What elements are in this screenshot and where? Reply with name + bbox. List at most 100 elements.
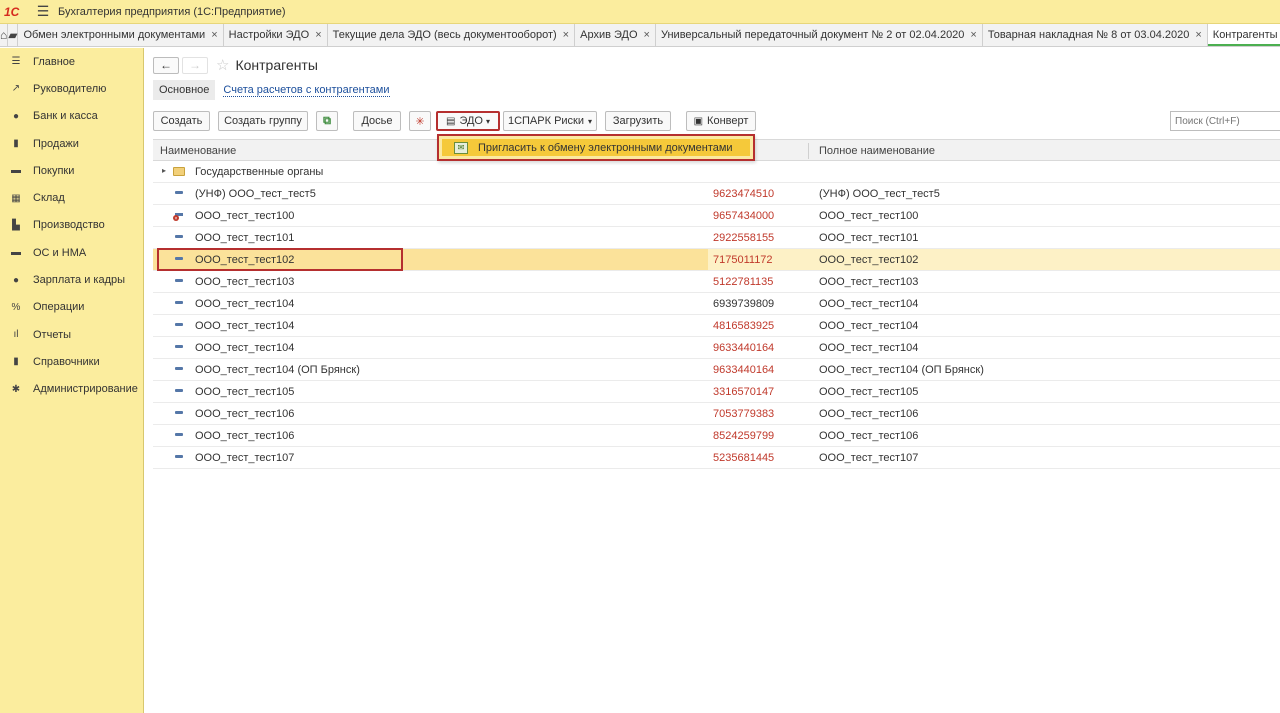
- dossier-button[interactable]: Досье: [353, 111, 401, 131]
- row-inn: 8524259799: [713, 430, 775, 442]
- item-marker-icon: [175, 301, 183, 304]
- edo-icon: ▤: [445, 115, 456, 127]
- sidebar-item-manager[interactable]: ↗ Руководителю: [0, 75, 143, 102]
- folder-icon: [173, 167, 185, 176]
- row-name: ООО_тест_тест104: [195, 298, 295, 310]
- row-inn: 5235681445: [713, 452, 775, 464]
- favorite-star-icon[interactable]: ☆: [216, 56, 229, 74]
- row-name: ООО_тест_тест100: [195, 210, 295, 222]
- sidebar-item-reports[interactable]: ıl Отчеты: [0, 321, 143, 348]
- row-full-name: ООО_тест_тест102: [819, 254, 919, 266]
- book-icon: ▮: [13, 356, 19, 368]
- table-row[interactable]: ООО_тест_тест103 5122781135 ООО_тест_тест1…: [153, 271, 1280, 293]
- chart-icon: ıl: [13, 329, 19, 341]
- close-icon[interactable]: ×: [1195, 29, 1201, 41]
- sidebar-item-admin[interactable]: ✱ Администрирование: [0, 376, 143, 403]
- row-inn: 9633440164: [713, 342, 775, 354]
- expand-arrow-icon[interactable]: ▸: [162, 166, 166, 175]
- table-row[interactable]: × ООО_тест_тест100 9657434000 ООО_тест_тест…: [153, 205, 1280, 227]
- copy-icon-button[interactable]: ⧉: [316, 111, 338, 131]
- sidebar-item-operations[interactable]: % Операции: [0, 294, 143, 321]
- open-windows-tabs: ⌂ ▰ Обмен электронными документами × Наст…: [0, 24, 1280, 47]
- table-row[interactable]: ООО_тест_тест102 7175011172 ООО_тест_тест1…: [153, 248, 1280, 271]
- table-row[interactable]: ООО_тест_тест104 4816583925 ООО_тест_тест1…: [153, 315, 1280, 337]
- table-row[interactable]: ООО_тест_тест104 6939739809 ООО_тест_тест1…: [153, 293, 1280, 315]
- edo-label: ЭДО: [459, 115, 483, 127]
- toolbar: Создать Создать группу ⧉ Досье ✳ ▤ ЭДО ▾…: [153, 111, 1280, 132]
- row-name: ООО_тест_тест103: [195, 276, 295, 288]
- nav-row: ← → ☆ Контрагенты: [153, 56, 318, 74]
- table-row[interactable]: ООО_тест_тест101 2922558155 ООО_тест_тест1…: [153, 227, 1280, 249]
- close-icon[interactable]: ×: [563, 29, 569, 41]
- sidebar-item-purchases[interactable]: ▬ Покупки: [0, 157, 143, 184]
- tab-upd[interactable]: Универсальный передаточный документ № 2 …: [656, 24, 983, 46]
- row-full-name: ООО_тест_тест104: [819, 298, 919, 310]
- group-row[interactable]: ▸ Государственные органы: [153, 161, 1280, 183]
- truck-icon: ▬: [11, 247, 21, 259]
- tab-edo-current[interactable]: Текущие дела ЭДО (весь документооборот) ×: [328, 24, 576, 46]
- search-input[interactable]: [1170, 111, 1280, 131]
- sidebar-item-fixed-assets[interactable]: ▬ ОС и НМА: [0, 239, 143, 266]
- sidebar-item-main[interactable]: ☰ Главное: [0, 48, 143, 75]
- table-row[interactable]: (УНФ) ООО_тест_тест5 9623474510 (УНФ) ООО_…: [153, 183, 1280, 205]
- sidebar-item-sales[interactable]: ▮ Продажи: [0, 130, 143, 157]
- tab-waybill[interactable]: Товарная накладная № 8 от 03.04.2020 ×: [983, 24, 1208, 46]
- edo-dropdown-menu: ✉ Пригласить к обмену электронными докум…: [437, 134, 755, 161]
- row-inn: 7175011172: [713, 254, 773, 266]
- table-row[interactable]: ООО_тест_тест105 3316570147 ООО_тест_тест1…: [153, 381, 1280, 403]
- row-full-name: ООО_тест_тест100: [819, 210, 919, 222]
- row-full-name: ООО_тест_тест101: [819, 232, 919, 244]
- spark-risks-button[interactable]: 1СПАРК Риски ▾: [503, 111, 597, 131]
- operations-icon: %: [11, 301, 21, 313]
- sidebar-item-salary[interactable]: ● Зарплата и кадры: [0, 266, 143, 293]
- title-bar: 1С ☰ Бухгалтерия предприятия (1С:Предпри…: [0, 0, 1280, 24]
- back-button[interactable]: ←: [153, 56, 179, 74]
- close-icon[interactable]: ×: [644, 29, 650, 41]
- cart-icon: ▬: [11, 165, 21, 177]
- row-name: ООО_тест_тест105: [195, 386, 295, 398]
- row-name: ООО_тест_тест104: [195, 342, 295, 354]
- table-row[interactable]: ООО_тест_тест104 9633440164 ООО_тест_тест1…: [153, 337, 1280, 359]
- sidebar-item-bank[interactable]: ● Банк и касса: [0, 103, 143, 130]
- row-name: ООО_тест_тест104: [195, 320, 295, 332]
- item-marker-icon: [175, 323, 183, 326]
- tab-edo-archive[interactable]: Архив ЭДО ×: [575, 24, 656, 46]
- row-full-name: ООО_тест_тест104: [819, 342, 919, 354]
- column-full-name-header[interactable]: Полное наименование: [819, 145, 935, 157]
- sidebar-item-directories[interactable]: ▮ Справочники: [0, 348, 143, 375]
- sidebar-item-production[interactable]: ▙ Производство: [0, 212, 143, 239]
- invite-edo-menu-item[interactable]: ✉ Пригласить к обмену электронными докум…: [442, 139, 750, 156]
- edo-button[interactable]: ▤ ЭДО ▾: [436, 111, 500, 131]
- sidebar-item-warehouse[interactable]: ▦ Склад: [0, 184, 143, 211]
- subtab-main[interactable]: Основное: [153, 80, 216, 100]
- load-button[interactable]: Загрузить: [605, 111, 671, 131]
- arrow-left-icon: ←: [160, 58, 172, 72]
- table-row[interactable]: ООО_тест_тест106 8524259799 ООО_тест_тест1…: [153, 425, 1280, 447]
- sun-icon-button[interactable]: ✳: [409, 111, 431, 131]
- create-button[interactable]: Создать: [153, 111, 210, 131]
- main-area: ← → ☆ Контрагенты Основное Счета расчето…: [145, 48, 1280, 713]
- envelope-button[interactable]: ▣ Конверт: [686, 111, 756, 131]
- tab-edo-exchange[interactable]: Обмен электронными документами ×: [18, 24, 224, 46]
- chat-icon[interactable]: ▰: [8, 24, 19, 46]
- page-title: Контрагенты: [235, 57, 318, 73]
- home-icon[interactable]: ⌂: [0, 24, 9, 46]
- close-icon[interactable]: ×: [315, 29, 321, 41]
- close-icon[interactable]: ×: [211, 29, 217, 41]
- table-row[interactable]: ООО_тест_тест107 5235681445 ООО_тест_тест1…: [153, 447, 1280, 469]
- row-full-name: (УНФ) ООО_тест_тест5: [819, 188, 940, 200]
- close-icon[interactable]: ×: [970, 29, 976, 41]
- item-marker-icon: [175, 411, 183, 414]
- create-group-button[interactable]: Создать группу: [218, 111, 308, 131]
- main-menu-icon[interactable]: ☰: [30, 3, 56, 20]
- subtab-accounts-link[interactable]: Счета расчетов с контрагентами: [223, 84, 390, 97]
- column-name-header[interactable]: Наименование: [160, 145, 236, 157]
- forward-button[interactable]: →: [182, 56, 208, 74]
- table-row[interactable]: ООО_тест_тест104 (ОП Брянск) 9633440164 ОО…: [153, 359, 1280, 381]
- table-row[interactable]: ООО_тест_тест106 7053779383 ООО_тест_тест1…: [153, 403, 1280, 425]
- tab-edo-settings[interactable]: Настройки ЭДО ×: [224, 24, 328, 46]
- row-inn: 4816583925: [713, 320, 775, 332]
- item-marker-icon: [175, 367, 183, 370]
- tab-counterparties[interactable]: Контрагенты×: [1207, 24, 1280, 46]
- row-full-name: ООО_тест_тест107: [819, 452, 919, 464]
